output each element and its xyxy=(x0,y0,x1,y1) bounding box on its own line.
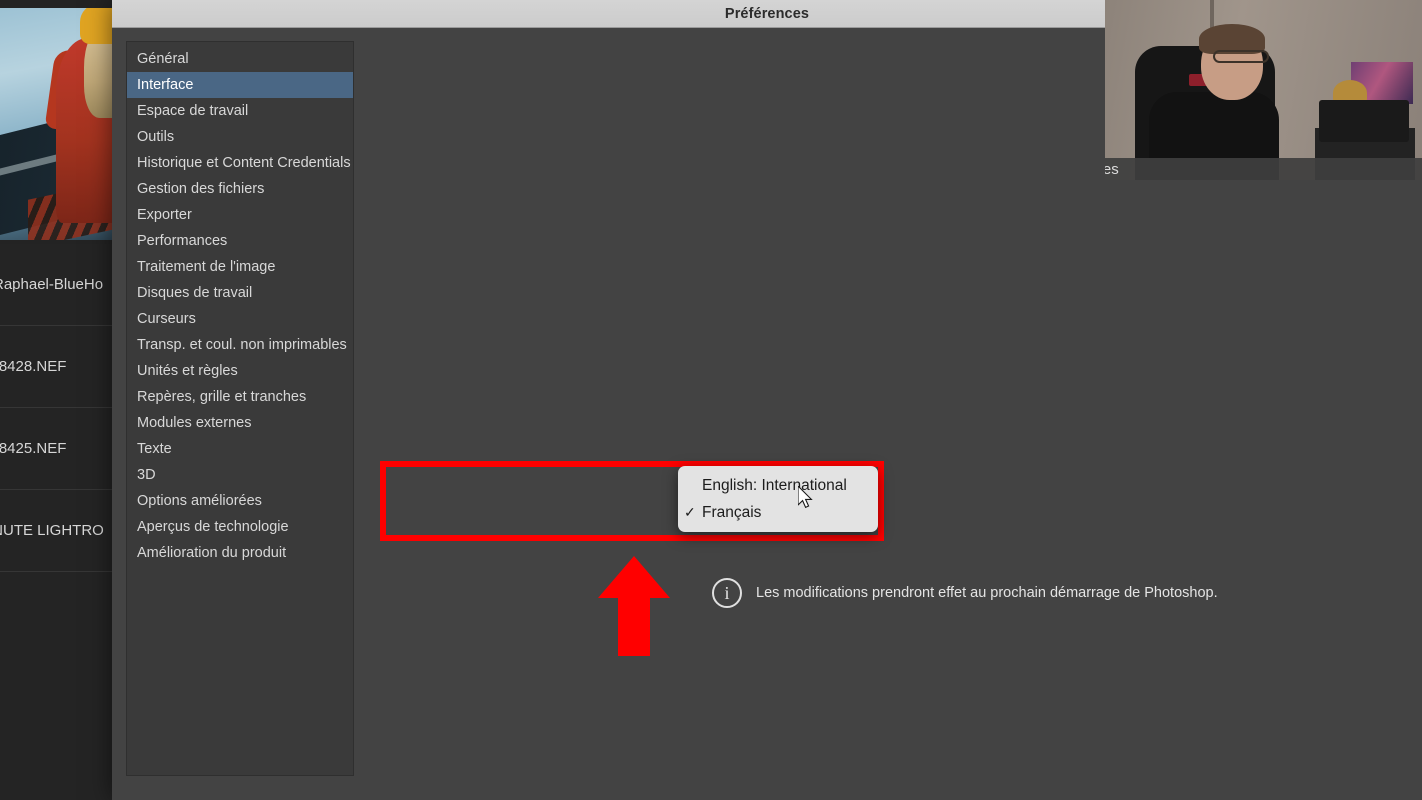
list-item[interactable]: D8428.NEF xyxy=(0,326,128,408)
sidebar-item-3d[interactable]: 3D xyxy=(127,462,353,488)
sidebar-item-product-improvement[interactable]: Amélioration du produit xyxy=(127,540,353,566)
sidebar-item-label: 3D xyxy=(137,467,156,483)
menu-item-francais[interactable]: ✓ Français xyxy=(678,499,878,526)
sidebar-item-plugins[interactable]: Modules externes xyxy=(127,410,353,436)
menu-item-label: English: International xyxy=(702,477,847,495)
sidebar-item-label: Unités et règles xyxy=(137,363,238,379)
sidebar-item-file-handling[interactable]: Gestion des fichiers xyxy=(127,176,353,202)
sidebar-item-label: Options améliorées xyxy=(137,493,262,509)
restart-info: i Les modifications prendront effet au p… xyxy=(712,578,1218,608)
sidebar-item-cursors[interactable]: Curseurs xyxy=(127,306,353,332)
sidebar-item-label: Repères, grille et tranches xyxy=(137,389,306,405)
ui-language-dropdown-menu[interactable]: English: International ✓ Français xyxy=(678,466,878,532)
sidebar-item-interface[interactable]: Interface xyxy=(127,72,353,98)
info-icon: i xyxy=(712,578,742,608)
sidebar-item-type[interactable]: Texte xyxy=(127,436,353,462)
sidebar-item-export[interactable]: Exporter xyxy=(127,202,353,228)
background-file-list[interactable]: -Raphael-BlueHo D8428.NEF D8425.NEF INUT… xyxy=(0,244,128,800)
preferences-category-list[interactable]: Général Interface Espace de travail Outi… xyxy=(126,41,354,776)
sidebar-item-label: Traitement de l'image xyxy=(137,259,275,275)
page-title: Préférences xyxy=(725,6,809,22)
menu-item-label: Français xyxy=(702,504,761,522)
sidebar-item-label: Gestion des fichiers xyxy=(137,181,264,197)
restart-info-text: Les modifications prendront effet au pro… xyxy=(756,583,1218,604)
checkmark-icon: ✓ xyxy=(684,504,702,521)
sidebar-item-workspace[interactable]: Espace de travail xyxy=(127,98,353,124)
sidebar-item-units-rulers[interactable]: Unités et règles xyxy=(127,358,353,384)
sidebar-item-label: Outils xyxy=(137,129,174,145)
sidebar-item-enhanced-options[interactable]: Options améliorées xyxy=(127,488,353,514)
sidebar-item-technology-previews[interactable]: Aperçus de technologie xyxy=(127,514,353,540)
list-item[interactable]: D8425.NEF xyxy=(0,408,128,490)
file-name: D8425.NEF xyxy=(0,440,66,457)
sidebar-item-label: Transp. et coul. non imprimables xyxy=(137,337,347,353)
sidebar-item-tools[interactable]: Outils xyxy=(127,124,353,150)
sidebar-item-history[interactable]: Historique et Content Credentials xyxy=(127,150,353,176)
screen-root: -Raphael-BlueHo D8428.NEF D8425.NEF INUT… xyxy=(0,0,1422,800)
list-item[interactable]: -Raphael-BlueHo xyxy=(0,244,128,326)
sidebar-item-guides-grid-slices[interactable]: Repères, grille et tranches xyxy=(127,384,353,410)
sidebar-item-performance[interactable]: Performances xyxy=(127,228,353,254)
webcam-shelf-upper xyxy=(1319,100,1409,142)
sidebar-item-label: Interface xyxy=(137,77,193,93)
sidebar-item-label: Général xyxy=(137,51,189,67)
webcam-overlay: , mais pas celle des xyxy=(1105,0,1422,180)
file-name: -Raphael-BlueHo xyxy=(0,276,103,293)
sidebar-item-label: Exporter xyxy=(137,207,192,223)
sidebar-item-label: Curseurs xyxy=(137,311,196,327)
sidebar-item-label: Modules externes xyxy=(137,415,251,431)
file-name: INUTE LIGHTRO xyxy=(0,522,104,539)
sidebar-item-label: Historique et Content Credentials xyxy=(137,155,351,171)
file-name: D8428.NEF xyxy=(0,358,66,375)
canoe-photo-thumbnail xyxy=(0,8,128,240)
sidebar-item-label: Espace de travail xyxy=(137,103,248,119)
webcam-person-glasses xyxy=(1213,50,1269,63)
sidebar-item-label: Aperçus de technologie xyxy=(137,519,289,535)
sidebar-item-label: Performances xyxy=(137,233,227,249)
menu-item-english-international[interactable]: English: International xyxy=(678,472,878,499)
webcam-caption-text: , mais pas celle des xyxy=(1105,161,1119,178)
webcam-caption: , mais pas celle des xyxy=(1105,158,1422,180)
sidebar-item-image-processing[interactable]: Traitement de l'image xyxy=(127,254,353,280)
mouse-cursor-icon xyxy=(798,486,814,510)
sidebar-item-general[interactable]: Général xyxy=(127,46,353,72)
sidebar-item-label: Disques de travail xyxy=(137,285,252,301)
list-item[interactable]: INUTE LIGHTRO xyxy=(0,490,128,572)
sidebar-item-label: Amélioration du produit xyxy=(137,545,286,561)
sidebar-item-label: Texte xyxy=(137,441,172,457)
sidebar-item-transparency-gamut[interactable]: Transp. et coul. non imprimables xyxy=(127,332,353,358)
sidebar-item-scratch-disks[interactable]: Disques de travail xyxy=(127,280,353,306)
